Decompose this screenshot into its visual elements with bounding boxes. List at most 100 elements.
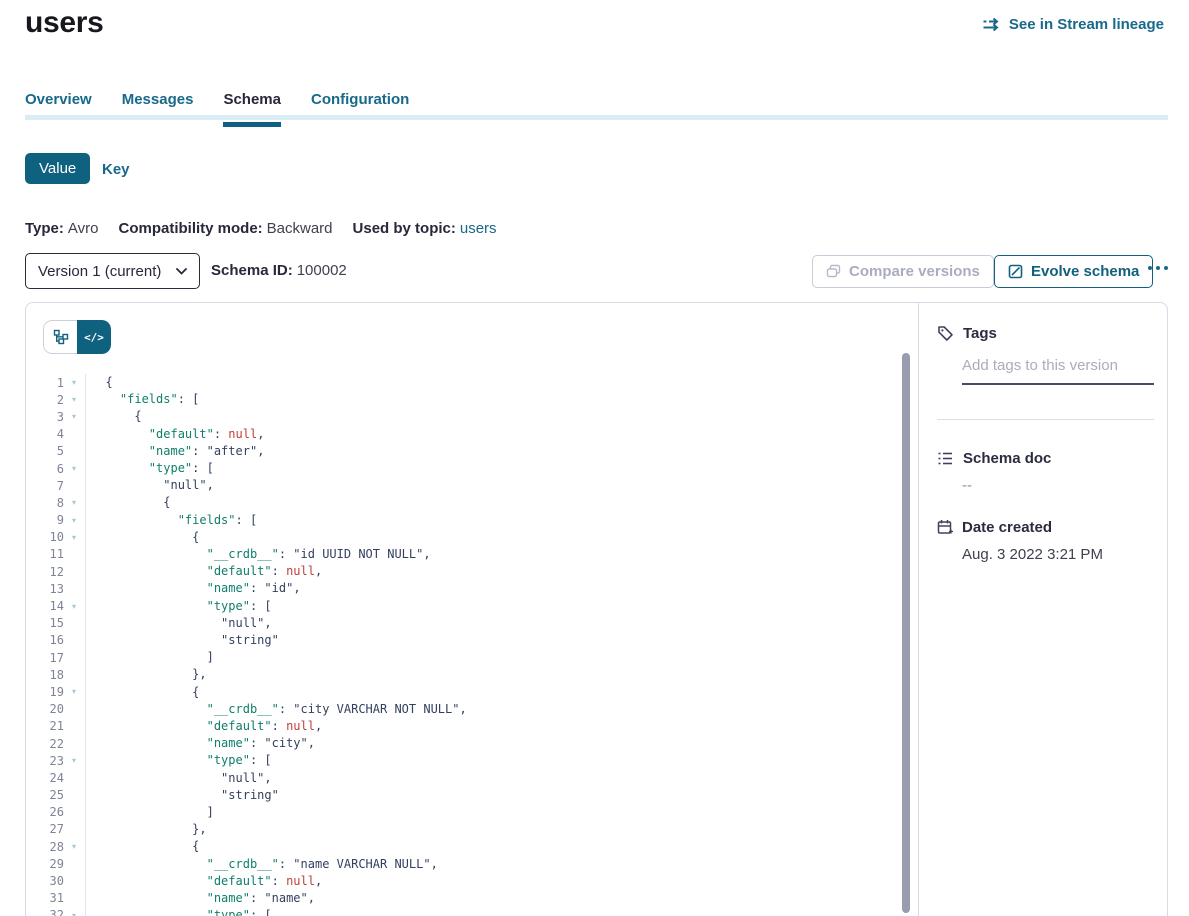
tab-underline-track bbox=[25, 115, 1168, 120]
fold-toggle-icon[interactable]: ▾ bbox=[64, 498, 84, 507]
code-line: "default": null, bbox=[91, 873, 898, 890]
line-number: 4 bbox=[26, 427, 64, 441]
code-line: "type": [ bbox=[91, 460, 898, 477]
code-line: "null", bbox=[91, 770, 898, 787]
fold-toggle-icon[interactable]: ▾ bbox=[64, 911, 84, 916]
editor-view-toggle: </> bbox=[43, 320, 111, 354]
line-number: 21 bbox=[26, 719, 64, 733]
code-line: "name": "id", bbox=[91, 580, 898, 597]
version-select[interactable]: Version 1 (current) bbox=[25, 253, 200, 289]
line-number: 29 bbox=[26, 857, 64, 871]
type-meta: Type:Avro bbox=[25, 220, 98, 237]
line-number: 31 bbox=[26, 891, 64, 905]
stream-lineage-arrows-icon bbox=[982, 17, 1001, 32]
tree-view-icon[interactable] bbox=[43, 320, 77, 354]
ellipsis-icon[interactable] bbox=[1148, 266, 1168, 270]
line-number: 5 bbox=[26, 444, 64, 458]
line-number: 15 bbox=[26, 616, 64, 630]
line-number: 27 bbox=[26, 822, 64, 836]
version-select-value: Version 1 (current) bbox=[38, 263, 161, 280]
code-lines[interactable]: { "fields": [ { "default": null, "name":… bbox=[91, 374, 898, 916]
calendar-plus-icon bbox=[937, 519, 953, 536]
code-line: { bbox=[91, 684, 898, 701]
tab-messages[interactable]: Messages bbox=[122, 91, 194, 127]
fold-toggle-icon[interactable]: ▾ bbox=[64, 412, 84, 421]
tags-section-header: Tags bbox=[937, 325, 997, 342]
line-number: 20 bbox=[26, 702, 64, 716]
code-line: ] bbox=[91, 649, 898, 666]
chevron-down-icon bbox=[176, 268, 187, 275]
line-number: 2 bbox=[26, 393, 64, 407]
edit-schema-icon bbox=[1008, 264, 1023, 279]
code-line: "name": "after", bbox=[91, 443, 898, 460]
topic-link[interactable]: users bbox=[460, 220, 497, 237]
code-line: ] bbox=[91, 804, 898, 821]
schema-doc-value: -- bbox=[962, 477, 972, 494]
line-number: 26 bbox=[26, 805, 64, 819]
add-tags-input[interactable]: Add tags to this version bbox=[962, 357, 1154, 385]
sidebar-divider bbox=[937, 419, 1154, 420]
line-number: 7 bbox=[26, 479, 64, 493]
tab-overview[interactable]: Overview bbox=[25, 91, 92, 127]
used-by-topic-meta: Used by topic:users bbox=[353, 220, 497, 237]
fold-toggle-icon[interactable]: ▾ bbox=[64, 464, 84, 473]
line-number: 11 bbox=[26, 547, 64, 561]
fold-toggle-icon[interactable]: ▾ bbox=[64, 842, 84, 851]
tab-configuration[interactable]: Configuration bbox=[311, 91, 409, 127]
compare-versions-button[interactable]: Compare versions bbox=[812, 255, 994, 288]
line-number: 8 bbox=[26, 496, 64, 510]
code-line: "type": [ bbox=[91, 752, 898, 769]
code-line: "type": [ bbox=[91, 907, 898, 916]
line-number: 13 bbox=[26, 582, 64, 596]
fold-toggle-icon[interactable]: ▾ bbox=[64, 516, 84, 525]
code-line: "name": "city", bbox=[91, 735, 898, 752]
line-number: 22 bbox=[26, 737, 64, 751]
value-toggle-button[interactable]: Value bbox=[25, 153, 90, 184]
line-number: 24 bbox=[26, 771, 64, 785]
see-in-stream-lineage-link[interactable]: See in Stream lineage bbox=[982, 16, 1164, 33]
code-line: }, bbox=[91, 821, 898, 838]
code-line: "type": [ bbox=[91, 598, 898, 615]
key-toggle-button[interactable]: Key bbox=[102, 161, 130, 178]
date-created-header: Date created bbox=[937, 519, 1052, 536]
fold-toggle-icon[interactable]: ▾ bbox=[64, 378, 84, 387]
code-line: "string" bbox=[91, 632, 898, 649]
editor-scrollbar[interactable] bbox=[902, 353, 910, 913]
line-number: 17 bbox=[26, 651, 64, 665]
fold-toggle-icon[interactable]: ▾ bbox=[64, 602, 84, 611]
line-number: 12 bbox=[26, 565, 64, 579]
line-number: 32 bbox=[26, 908, 64, 916]
tab-schema[interactable]: Schema bbox=[223, 91, 281, 127]
fold-toggle-icon[interactable]: ▾ bbox=[64, 756, 84, 765]
page-title: users bbox=[25, 6, 104, 40]
fold-toggle-icon[interactable]: ▾ bbox=[64, 533, 84, 542]
code-line: "default": null, bbox=[91, 426, 898, 443]
line-number: 3 bbox=[26, 410, 64, 424]
code-line: { bbox=[91, 408, 898, 425]
schema-code-editor: </> 1▾2▾3▾456▾78▾9▾10▾11121314▾151617181… bbox=[26, 303, 918, 916]
code-line: { bbox=[91, 494, 898, 511]
code-line: "__crdb__": "name VARCHAR NULL", bbox=[91, 856, 898, 873]
gutter: 1▾2▾3▾456▾78▾9▾10▾11121314▾1516171819▾20… bbox=[26, 374, 86, 916]
line-number: 30 bbox=[26, 874, 64, 888]
line-number: 25 bbox=[26, 788, 64, 802]
lineage-link-label: See in Stream lineage bbox=[1009, 16, 1164, 33]
code-line: "string" bbox=[91, 787, 898, 804]
code-line: "default": null, bbox=[91, 563, 898, 580]
code-line: { bbox=[91, 838, 898, 855]
tab-bar: Overview Messages Schema Configuration bbox=[25, 91, 409, 127]
line-number: 9 bbox=[26, 513, 64, 527]
fold-toggle-icon[interactable]: ▾ bbox=[64, 687, 84, 696]
schema-page: users See in Stream lineage Overview Mes… bbox=[0, 0, 1189, 916]
code-line: "name": "name", bbox=[91, 890, 898, 907]
code-line: "__crdb__": "city VARCHAR NOT NULL", bbox=[91, 701, 898, 718]
evolve-schema-button[interactable]: Evolve schema bbox=[994, 255, 1153, 288]
line-number: 14 bbox=[26, 599, 64, 613]
code-view-icon[interactable]: </> bbox=[77, 320, 111, 354]
schema-meta-row: Type:Avro Compatibility mode:Backward Us… bbox=[25, 220, 497, 237]
fold-toggle-icon[interactable]: ▾ bbox=[64, 395, 84, 404]
line-number: 28 bbox=[26, 840, 64, 854]
schema-panel: </> 1▾2▾3▾456▾78▾9▾10▾11121314▾151617181… bbox=[25, 302, 1168, 916]
line-number: 16 bbox=[26, 633, 64, 647]
line-number: 1 bbox=[26, 376, 64, 390]
